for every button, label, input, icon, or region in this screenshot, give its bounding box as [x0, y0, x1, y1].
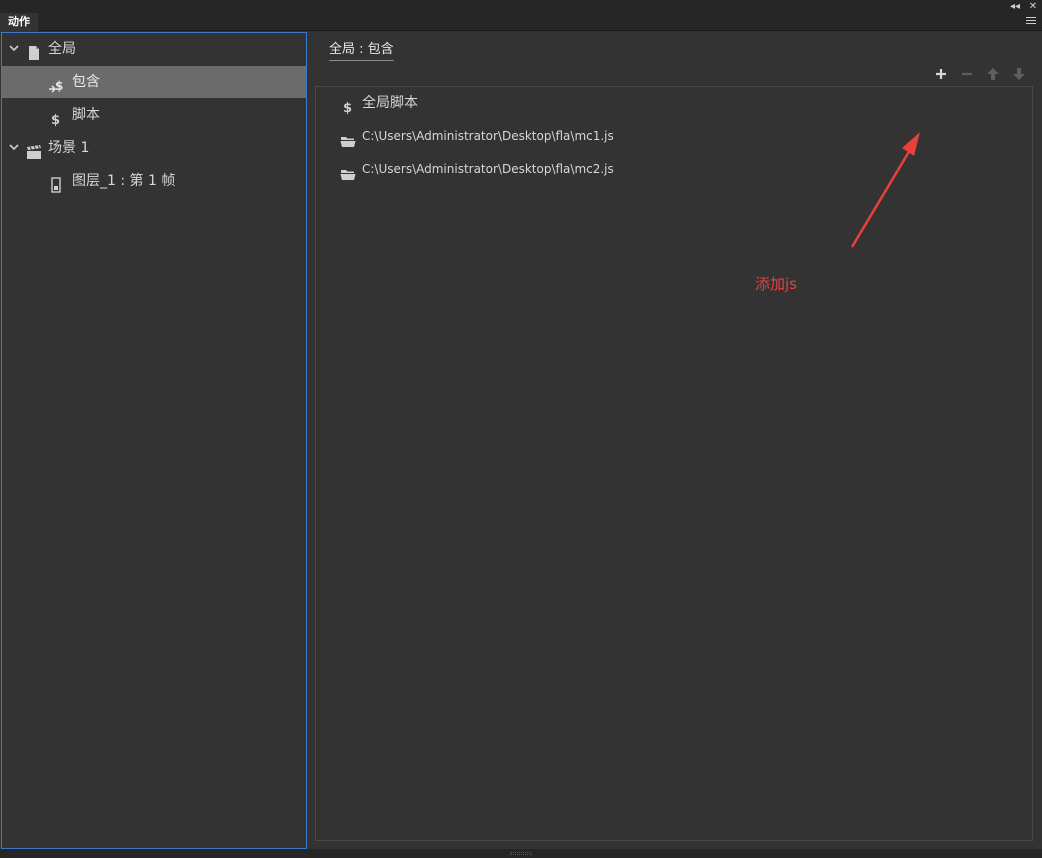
- layer-frame-icon: [48, 173, 64, 193]
- add-include-button[interactable]: [934, 66, 948, 80]
- script-icon: $: [340, 96, 356, 116]
- list-item-label: C:\Users\Administrator\Desktop\fla\mc2.j…: [362, 162, 614, 176]
- move-down-button[interactable]: [1012, 66, 1026, 80]
- svg-text:$: $: [51, 113, 60, 127]
- tree-item-global[interactable]: 全局: [2, 33, 306, 65]
- panel-tab-bar: 动作: [0, 13, 1042, 31]
- remove-include-button[interactable]: [960, 66, 974, 80]
- svg-text:$: $: [55, 79, 63, 93]
- list-item-global-script[interactable]: $ 全局脚本: [316, 87, 1032, 119]
- breadcrumb: 全局 : 包含: [329, 38, 394, 61]
- resize-grip-icon[interactable]: [510, 852, 532, 855]
- tree-item-label: 全局: [48, 41, 76, 57]
- tree-item-label: 场景 1: [48, 140, 90, 156]
- tree-item-include[interactable]: $ 包含: [2, 66, 306, 98]
- list-item-label: 全局脚本: [362, 95, 418, 111]
- tree-item-scene-1[interactable]: 场景 1: [2, 132, 306, 164]
- script-navigator-tree[interactable]: 全局 $ 包含 $ 脚本 场景 1 图层_1: 第 1 帧: [1, 32, 307, 849]
- move-up-button[interactable]: [986, 66, 1000, 80]
- include-script-icon: $: [48, 74, 64, 93]
- annotation-arrow-icon: [850, 132, 920, 248]
- panel-bottom-strip: [0, 849, 1042, 858]
- tree-item-script[interactable]: $ 脚本: [2, 99, 306, 131]
- document-icon: [26, 41, 42, 60]
- tree-item-label: 图层_1 : 第 1 帧: [72, 173, 176, 189]
- panel-top-strip: ◂◂ ✕: [0, 0, 1042, 13]
- collapse-panel-icon[interactable]: ◂◂: [1008, 0, 1022, 13]
- tree-item-label: 包含: [72, 74, 100, 90]
- close-panel-icon[interactable]: ✕: [1026, 0, 1040, 13]
- folder-icon: [340, 162, 356, 180]
- annotation-label: 添加js: [755, 275, 797, 293]
- script-icon: $: [48, 107, 64, 128]
- folder-icon: [340, 129, 356, 147]
- tab-actions[interactable]: 动作: [0, 13, 38, 31]
- tree-item-label: 脚本: [72, 107, 100, 123]
- svg-text:$: $: [343, 101, 352, 116]
- actions-panel-window: ◂◂ ✕ 动作 全局 $ 包含 $ 脚本 场景 1 图层_1: 第 1 帧 全…: [0, 0, 1042, 858]
- panel-menu-icon[interactable]: [1026, 17, 1036, 27]
- tree-item-layer-frame[interactable]: 图层_1 : 第 1 帧: [2, 165, 306, 197]
- include-toolbar: [934, 66, 1034, 80]
- clapperboard-icon: [26, 140, 42, 159]
- chevron-down-icon[interactable]: [8, 33, 20, 65]
- list-item-label: C:\Users\Administrator\Desktop\fla\mc1.j…: [362, 129, 614, 143]
- chevron-down-icon[interactable]: [8, 132, 20, 164]
